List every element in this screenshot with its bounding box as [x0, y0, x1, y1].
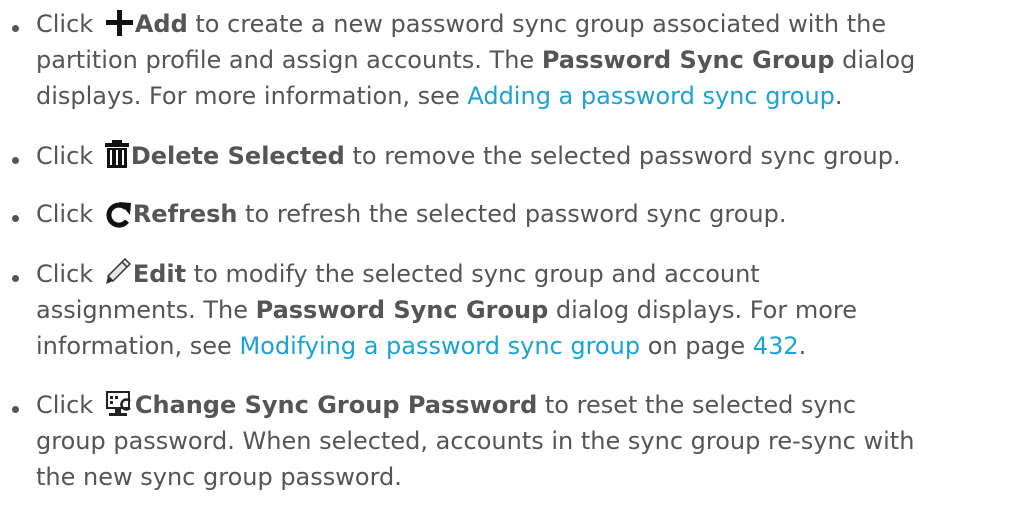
item-line-3: the new sync group password. [36, 459, 402, 495]
item-text: displays. For more information, see [36, 82, 468, 110]
item-line-2: partition profile and assign accounts. T… [36, 42, 915, 78]
bullet [12, 275, 19, 282]
item-line-1: Click Refresh to refresh the selected pa… [36, 196, 786, 232]
item-text: assignments. The [36, 296, 256, 324]
item-text: to remove the selected password sync gro… [344, 142, 901, 170]
bullet [12, 406, 19, 413]
action-label-delete: Delete Selected [130, 142, 345, 170]
adding-sync-group-link[interactable]: Adding a password sync group [467, 82, 835, 110]
item-text: group password. When selected, accounts … [36, 427, 915, 455]
bullet [12, 25, 19, 32]
modifying-sync-group-link[interactable]: Modifying a password sync group [239, 332, 640, 360]
item-text: . [798, 332, 807, 360]
page-number-link[interactable]: 432 [753, 332, 799, 360]
item-line-2: assignments. The Password Sync Group dia… [36, 292, 857, 328]
item-text: information, see [36, 332, 240, 360]
click-text: Click [36, 200, 94, 228]
item-text: on page [640, 332, 753, 360]
item-line-2: group password. When selected, accounts … [36, 423, 914, 459]
action-label-refresh: Refresh [132, 200, 238, 228]
item-text: to create a new password sync group asso… [187, 10, 887, 38]
click-text: Click [36, 260, 94, 288]
change-password-icon [105, 391, 133, 417]
refresh-icon [105, 202, 131, 228]
item-line-3: information, see Modifying a password sy… [36, 328, 806, 364]
item-text: partition profile and assign accounts. T… [36, 46, 542, 74]
action-label-add: Add [134, 10, 188, 38]
item-text: to refresh the selected password sync gr… [237, 200, 787, 228]
item-text: to reset the selected sync [537, 391, 857, 419]
pencil-icon [105, 258, 131, 286]
item-line-1: Click Delete Selected to remove the sele… [36, 138, 901, 174]
item-line-1: Click Change Sync Group Password to rese… [36, 387, 856, 423]
item-text: dialog displays. For more [548, 296, 857, 324]
click-text: Click [36, 142, 94, 170]
trash-icon [104, 140, 129, 168]
item-text: the new sync group password. [36, 463, 402, 491]
action-label-edit: Edit [132, 260, 187, 288]
click-text: Click [36, 391, 94, 419]
item-text: dialog [834, 46, 916, 74]
item-line-1: Click Edit to modify the selected sync g… [36, 256, 760, 292]
item-line-1: Click Add to create a new password sync … [36, 6, 886, 42]
dialog-name: Password Sync Group [255, 296, 549, 324]
click-text: Click [36, 10, 94, 38]
bullet [12, 157, 19, 164]
plus-icon [105, 9, 133, 37]
item-line-3: displays. For more information, see Addi… [36, 78, 843, 114]
item-text: to modify the selected sync group and ac… [186, 260, 760, 288]
item-text: . [834, 82, 843, 110]
bullet [12, 215, 19, 222]
dialog-name: Password Sync Group [541, 46, 835, 74]
action-label-change-password: Change Sync Group Password [134, 391, 538, 419]
